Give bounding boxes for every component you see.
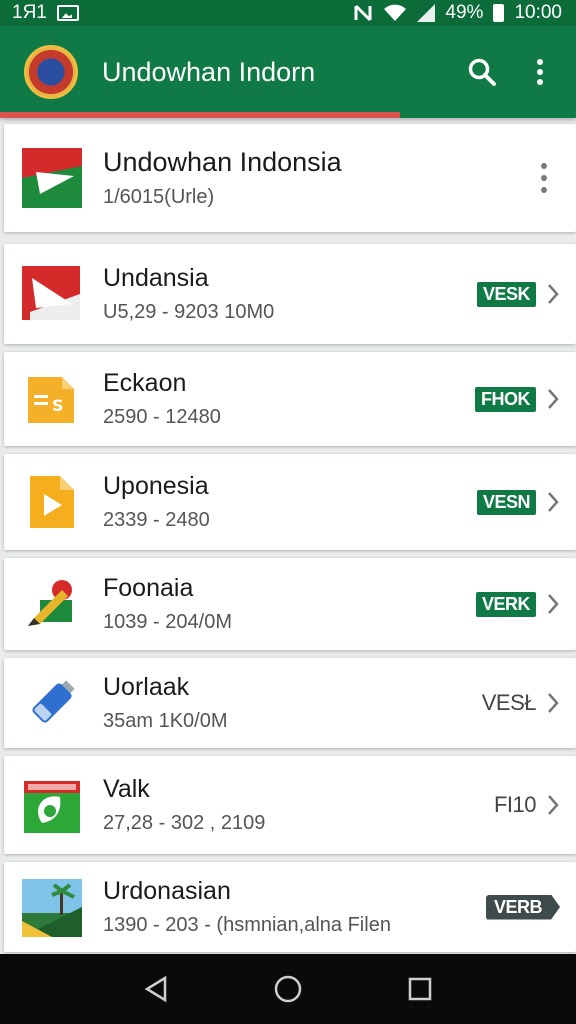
list-item[interactable]: Uorlaak 35am 1K0/0M VESŁ [4,658,576,748]
list-item-right: VESK [476,281,560,307]
list-item-subtitle: 2339 - 2480 [103,509,210,531]
wifi-icon [384,4,407,21]
search-icon [468,58,496,86]
status-left-text: 1Я1 [12,2,47,23]
app-bar: Undowhan Indorn [0,26,576,118]
chevron-right-icon [548,795,559,815]
flag-icon [22,148,82,208]
search-button[interactable] [460,50,504,94]
list-item-right: VESN [476,489,560,515]
status-text: VESŁ [481,690,537,715]
list-item-right: VESŁ [482,690,560,716]
list-item-subtitle: 1390 - 203 - (hsmnian,alna Filen [103,914,391,936]
chevron-right-icon [548,389,559,409]
recents-square-icon [408,977,432,1001]
list-item-subtitle: 1039 - 204/0M [103,611,232,633]
status-badge: VESN [476,489,536,515]
status-text: FI10 [493,792,537,817]
battery-icon [493,4,505,22]
list-item-title: Valk [103,775,150,803]
list-item-title: Undowhan Indonsia [103,147,342,177]
list-item-right: VERK [475,591,560,617]
list-item-text: Uorlaak 35am 1K0/0M [103,673,482,733]
status-badge: FHOK [475,386,536,412]
overflow-menu-button[interactable] [518,50,562,94]
list-item[interactable]: S Eckaon 2590 - 12480 FHOK [4,352,576,446]
list-item-subtitle: U5,29 - 9203 10M0 [103,301,275,323]
list-item-text: Undowhan Indonsia 1/6015(Urle) [103,147,540,209]
home-button[interactable] [268,969,308,1009]
list-item-right: FI10 [494,792,560,818]
app-logo-emblem [24,45,78,99]
chevron-right-icon [548,492,559,512]
status-badge: VESK [476,281,536,307]
pencil-flag-icon [28,580,72,626]
list-item-text: Valk 27,28 - 302 , 2109 [103,775,494,835]
list-item[interactable]: Undowhan Indonsia 1/6015(Urle) [4,124,576,232]
home-circle-icon [274,975,302,1003]
flag-paper-icon [22,266,80,320]
list-item-text: Uponesia 2339 - 2480 [103,472,477,532]
list-item[interactable]: Urdonasian 1390 - 203 - (hsmnian,alna Fi… [4,862,576,952]
signal-icon [417,4,436,22]
list-item[interactable]: Foonaia 1039 - 204/0M VERK [4,558,576,650]
list-item-right: VERB [485,894,560,920]
usb-drive-icon [32,680,75,723]
app-title: Undowhan Indorn [102,56,316,87]
chevron-right-icon [548,693,559,713]
list-item-text: Undansia U5,29 - 9203 10M0 [103,264,477,324]
battery-percent: 49% [445,2,484,23]
list-item[interactable]: Valk 27,28 - 302 , 2109 FI10 [4,756,576,854]
recents-button[interactable] [400,969,440,1009]
status-badge: VERB [485,894,560,920]
nfc-icon [354,4,372,22]
list-item-text: Foonaia 1039 - 204/0M [103,574,476,634]
list-item-title: Foonaia [103,574,194,602]
list-item-title: Urdonasian [103,877,231,905]
more-vert-icon [537,59,543,85]
status-left: 1Я1 [12,2,79,24]
list-item-subtitle: 1/6015(Urle) [103,186,215,208]
svg-text:S: S [52,396,64,415]
list-item-subtitle: 27,28 - 302 , 2109 [103,812,266,834]
back-button[interactable] [136,969,176,1009]
list-item-title: Uponesia [103,472,209,500]
list-item[interactable]: Undansia U5,29 - 9203 10M0 VESK [4,244,576,344]
list-item-subtitle: 2590 - 12480 [103,406,221,428]
item-overflow-button[interactable] [540,163,548,193]
status-right: 49% 10:00 [353,2,562,24]
list-item-right: FHOK [475,386,560,412]
status-badge: VERK [475,591,536,617]
play-file-icon [30,476,74,528]
loading-progress-bar [0,112,400,118]
list-item-title: Uorlaak [103,673,190,701]
chevron-right-icon [548,284,559,304]
chevron-right-icon [548,594,559,614]
list-item-text: Urdonasian 1390 - 203 - (hsmnian,alna Fi… [103,877,486,937]
list-item-subtitle: 35am 1K0/0M [103,710,228,732]
status-bar: 1Я1 49% 10:00 [0,0,576,26]
system-nav-bar [0,954,576,1024]
list-item-title: Eckaon [103,369,187,397]
list-item[interactable]: Uponesia 2339 - 2480 VESN [4,454,576,550]
slides-icon: S [28,377,74,423]
list-item-text: Eckaon 2590 - 12480 [103,369,475,429]
image-notification-icon [56,5,79,21]
list-item-title: Undansia [103,264,209,292]
back-triangle-icon [144,975,167,1003]
leaf-card-icon [24,781,80,833]
landscape-icon [22,879,82,937]
status-time: 10:00 [514,2,562,23]
